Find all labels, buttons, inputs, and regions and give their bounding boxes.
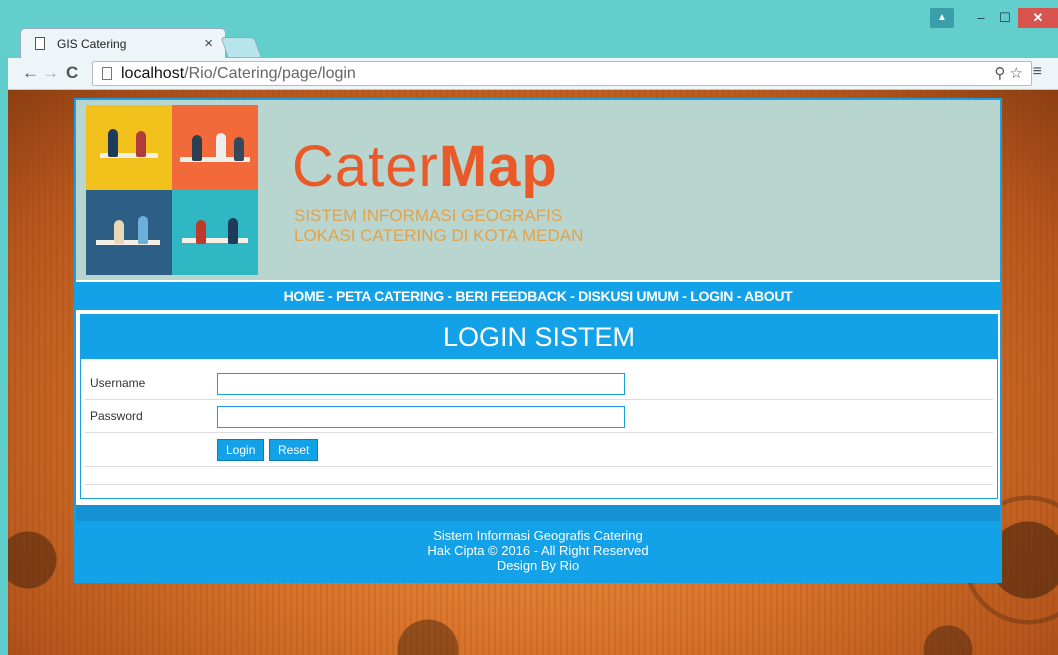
restaurant-scene-4: [172, 190, 258, 275]
nav-diskusi-umum[interactable]: DISKUSI UMUM: [578, 288, 679, 304]
omnibox-icons: ⚲ ☆: [994, 62, 1023, 85]
new-tab-button[interactable]: [220, 37, 262, 57]
password-row: Password: [85, 400, 993, 433]
zoom-icon[interactable]: ⚲: [994, 65, 1005, 82]
password-label: Password: [90, 409, 143, 423]
browser-toolbar: ← → C localhost/Rio/Catering/page/login …: [8, 58, 1058, 90]
username-label: Username: [90, 376, 146, 390]
header-illustration: [86, 105, 258, 275]
forward-arrow-icon[interactable]: →: [42, 63, 59, 83]
address-bar[interactable]: localhost/Rio/Catering/page/login ⚲ ☆: [92, 61, 1032, 86]
login-panel: LOGIN SISTEM Username Password Login Res…: [80, 314, 998, 499]
username-row: Username: [85, 367, 993, 400]
main-nav: HOME - PETA CATERING - BERI FEEDBACK - D…: [76, 282, 1000, 310]
footer-separator: [76, 505, 1000, 521]
site-footer: Sistem Informasi Geografis Catering Hak …: [76, 521, 1000, 583]
minimize-button[interactable]: –: [970, 8, 992, 28]
footer-line1: Sistem Informasi Geografis Catering: [433, 528, 643, 543]
login-button[interactable]: Login: [217, 439, 265, 461]
footer-line2: Hak Cipta © 2016 - All Right Reserved: [427, 543, 649, 558]
reload-icon[interactable]: C: [66, 63, 78, 83]
nav-beri-feedback[interactable]: BERI FEEDBACK: [455, 288, 567, 304]
site-container: CaterMap SISTEM INFORMASI GEOGRAFIS LOKA…: [74, 98, 1002, 583]
back-arrow-icon[interactable]: ←: [22, 63, 39, 83]
tagline: SISTEM INFORMASI GEOGRAFIS LOKASI CATERI…: [294, 206, 583, 246]
browser-tab[interactable]: GIS Catering ×: [20, 28, 226, 58]
brand-logo: CaterMap: [292, 138, 558, 196]
page-viewport: CaterMap SISTEM INFORMASI GEOGRAFIS LOKA…: [8, 90, 1058, 655]
brand-bold: Map: [438, 134, 558, 199]
url-host: localhost: [121, 65, 185, 82]
nav-login[interactable]: LOGIN: [690, 288, 733, 304]
tab-title: GIS Catering: [57, 37, 127, 51]
footer-line3: Design By Rio: [496, 558, 580, 573]
brand-light: Cater: [292, 134, 439, 199]
page-icon: [102, 67, 112, 80]
menu-icon[interactable]: ≡: [1033, 63, 1042, 81]
tagline-line2: LOKASI CATERING DI KOTA MEDAN: [294, 226, 584, 245]
maximize-button[interactable]: ☐: [994, 8, 1016, 28]
login-title: LOGIN SISTEM: [81, 315, 997, 359]
close-window-button[interactable]: ✕: [1018, 8, 1058, 28]
restaurant-scene-2: [172, 105, 258, 190]
restaurant-scene-3: [86, 190, 172, 275]
page-icon: [35, 37, 45, 50]
password-input[interactable]: [217, 406, 625, 428]
buttons-row: Login Reset: [85, 433, 993, 467]
nav-about[interactable]: ABOUT: [744, 288, 793, 304]
url-path: /Rio/Catering/page/login: [184, 65, 356, 82]
site-header: CaterMap SISTEM INFORMASI GEOGRAFIS LOKA…: [76, 100, 1000, 280]
star-icon[interactable]: ☆: [1010, 65, 1023, 82]
nav-home[interactable]: HOME: [284, 288, 325, 304]
nav-peta-catering[interactable]: PETA CATERING: [336, 288, 444, 304]
browser-titlebar: GIS Catering × ▲ – ☐ ✕: [0, 0, 1058, 58]
reset-button[interactable]: Reset: [269, 439, 319, 461]
tab-close-icon[interactable]: ×: [204, 35, 213, 52]
restaurant-scene-1: [86, 105, 172, 190]
tagline-line1: SISTEM INFORMASI GEOGRAFIS: [294, 206, 563, 225]
empty-row: [85, 467, 993, 485]
username-input[interactable]: [217, 373, 625, 395]
user-icon[interactable]: ▲: [930, 8, 954, 28]
